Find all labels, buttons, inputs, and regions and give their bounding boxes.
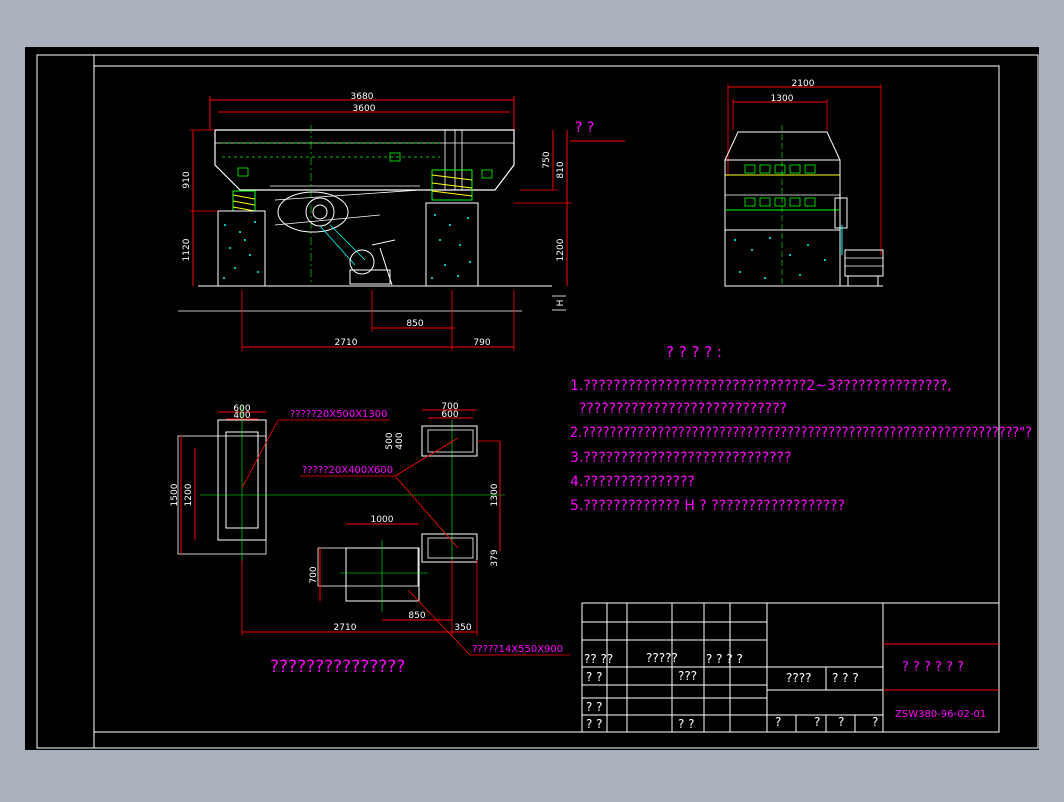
- tb-cell-14: ?: [872, 715, 878, 729]
- tb-cell-8: ? ?: [586, 700, 603, 714]
- dim-height-top: 910: [182, 171, 192, 188]
- drawing-title: ? ? ? ? ? ?: [902, 660, 964, 675]
- note-line-3: 3.????????????????????????????: [570, 450, 791, 466]
- dim-plan-motor-h: 700: [309, 566, 319, 583]
- dim-side-width: 2100: [792, 79, 815, 89]
- note-line-4: 4.???????????????: [570, 474, 695, 490]
- tb-cell-4: ? ?: [586, 670, 603, 684]
- dim-right-c: 1200: [556, 238, 566, 261]
- dim-plan-left-h: 1500: [170, 483, 180, 506]
- cad-drawing: 3680 3600 910 1120 750 810 1200 H ? ? 85…: [25, 47, 1039, 750]
- callout-anchor-small: ?????20X400X600: [302, 465, 393, 476]
- dim-inner-length: 3600: [353, 104, 376, 114]
- tb-cell-11: ?: [775, 715, 781, 729]
- dim-right-a: 750: [542, 151, 552, 168]
- cad-viewer: 3680 3600 910 1120 750 810 1200 H ? ? 85…: [0, 0, 1064, 798]
- dim-mid: 850: [406, 319, 423, 329]
- note-line-5: 5.????????????? H ? ??????????????????: [570, 498, 845, 514]
- note-line-1b: ????????????????????????????: [570, 401, 787, 417]
- plan-caption: ???????????????: [270, 657, 405, 677]
- dim-total-length: 3680: [351, 92, 374, 102]
- tb-cell-12: ?: [814, 715, 820, 729]
- dim-plan-top-inner: 600: [441, 410, 458, 420]
- tb-cell-3: ? ? ? ?: [706, 652, 743, 666]
- dim-plan-right-small: 379: [490, 549, 500, 566]
- tb-cell-13: ?: [838, 715, 844, 729]
- note-line-2: 2.??????????????????????????????????????…: [570, 425, 1032, 441]
- dim-plan-top-h: 500: [385, 432, 395, 449]
- callout-anchor-large: ?????20X500X1300: [290, 409, 388, 420]
- dim-plan-span: 1300: [490, 483, 500, 506]
- tb-cell-2: ?????: [646, 651, 678, 665]
- dim-plan-motor-off: 850: [408, 611, 425, 621]
- callout-anchor-motor: ?????14X550X900: [472, 644, 563, 655]
- dim-right-b: 810: [556, 161, 566, 178]
- dim-right-base: 790: [473, 338, 490, 348]
- tb-cell-9: ? ?: [586, 717, 603, 731]
- tb-cell-5: ???: [678, 669, 697, 683]
- tb-cell-10: ? ?: [678, 717, 695, 731]
- drawing-number: ZSW380-96-02-01: [895, 709, 986, 720]
- tb-cell-1: ?? ??: [584, 652, 613, 666]
- dim-plan-top-inner-h: 400: [395, 432, 405, 449]
- dim-plan-motor-w: 1000: [371, 515, 394, 525]
- dim-plan-small: 350: [454, 623, 471, 633]
- dim-side-inner: 1300: [771, 94, 794, 104]
- tb-cell-6: ????: [786, 671, 811, 685]
- section-mark: ? ?: [575, 120, 594, 136]
- dim-h-marker: H: [556, 300, 566, 307]
- tb-cell-7: ? ? ?: [832, 671, 859, 685]
- notes-heading: ? ? ? ? :: [666, 343, 722, 361]
- note-line-1: 1.??????????????????????????????2~3?????…: [570, 378, 952, 394]
- dim-plan-base: 2710: [334, 623, 357, 633]
- dim-plan-left-inner-h: 1200: [184, 483, 194, 506]
- dim-height-bottom: 1120: [182, 238, 192, 261]
- dim-base: 2710: [335, 338, 358, 348]
